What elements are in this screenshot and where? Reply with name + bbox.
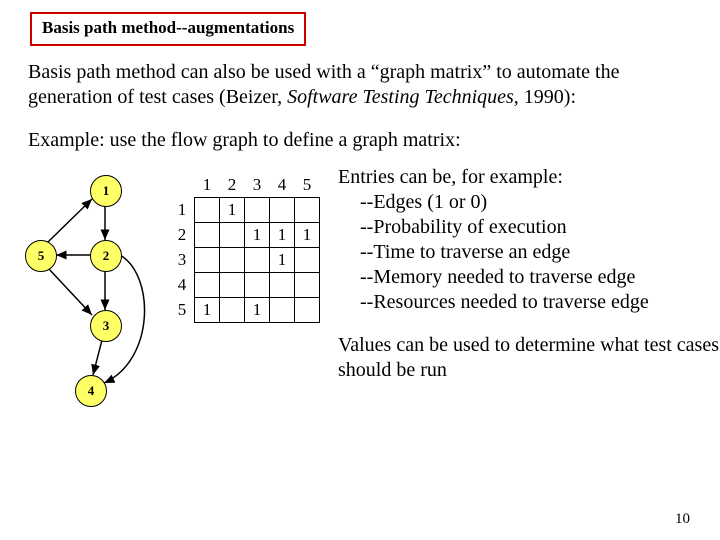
cell	[295, 298, 320, 323]
cell	[220, 298, 245, 323]
cell	[270, 198, 295, 223]
matrix-row: 2 1 1 1	[170, 223, 320, 248]
node-label: 4	[88, 383, 95, 398]
cell	[195, 223, 220, 248]
entries-intro: Entries can be, for example:	[338, 165, 720, 190]
cell	[295, 198, 320, 223]
cell	[195, 248, 220, 273]
matrix-header-row: 1 2 3 4 5	[170, 173, 320, 198]
col-header: 2	[220, 173, 245, 198]
entry-item: --Memory needed to traverse edge	[338, 265, 720, 290]
cell: 1	[245, 298, 270, 323]
cell	[195, 198, 220, 223]
graph-node-5: 5	[25, 240, 57, 272]
cell	[295, 273, 320, 298]
title-box: Basis path method--augmentations	[30, 12, 306, 46]
node-label: 3	[103, 318, 110, 333]
cell	[220, 248, 245, 273]
values-text: Values can be used to determine what tes…	[338, 333, 720, 383]
graph-node-4: 4	[75, 375, 107, 407]
entry-item: --Time to traverse an edge	[338, 240, 720, 265]
cell	[245, 248, 270, 273]
matrix-table: 1 2 3 4 5 1 1 2 1 1 1	[170, 173, 320, 323]
cell: 1	[195, 298, 220, 323]
matrix-row: 5 1 1	[170, 298, 320, 323]
paragraph-1: Basis path method can also be used with …	[28, 60, 692, 110]
matrix-row: 1 1	[170, 198, 320, 223]
graph-node-1: 1	[90, 175, 122, 207]
cell	[295, 248, 320, 273]
matrix-corner	[170, 173, 195, 198]
row-header: 3	[170, 248, 195, 273]
col-header: 1	[195, 173, 220, 198]
cell	[245, 198, 270, 223]
page-number: 10	[675, 511, 690, 528]
col-header: 4	[270, 173, 295, 198]
node-label: 2	[103, 248, 110, 263]
entry-item: --Probability of execution	[338, 215, 720, 240]
cell	[195, 273, 220, 298]
node-label: 5	[38, 248, 45, 263]
matrix-row: 4	[170, 273, 320, 298]
cell: 1	[295, 223, 320, 248]
row-header: 4	[170, 273, 195, 298]
row-header: 2	[170, 223, 195, 248]
cell: 1	[220, 198, 245, 223]
cell	[270, 273, 295, 298]
cell	[245, 273, 270, 298]
graph-matrix: 1 2 3 4 5 1 1 2 1 1 1	[170, 165, 330, 323]
entry-item: --Edges (1 or 0)	[338, 190, 720, 215]
row-header: 1	[170, 198, 195, 223]
para1-b: , 1990):	[514, 86, 576, 108]
entry-item: --Resources needed to traverse edge	[338, 290, 720, 315]
example-line: Example: use the flow graph to define a …	[28, 128, 692, 153]
matrix-row: 3 1	[170, 248, 320, 273]
col-header: 5	[295, 173, 320, 198]
row-header: 5	[170, 298, 195, 323]
flow-graph: 1 2 3 4 5	[0, 165, 170, 425]
para1-italic: Software Testing Techniques	[287, 86, 514, 108]
cell: 1	[270, 248, 295, 273]
cell	[270, 298, 295, 323]
cell	[220, 273, 245, 298]
col-header: 3	[245, 173, 270, 198]
cell: 1	[245, 223, 270, 248]
entries-block: Entries can be, for example: --Edges (1 …	[330, 165, 720, 383]
content-row: 1 2 3 4 5 1 2 3 4 5 1 1 2	[0, 165, 720, 425]
title-text: Basis path method--augmentations	[42, 18, 294, 37]
node-label: 1	[103, 183, 110, 198]
cell: 1	[270, 223, 295, 248]
graph-node-2: 2	[90, 240, 122, 272]
cell	[220, 223, 245, 248]
graph-node-3: 3	[90, 310, 122, 342]
